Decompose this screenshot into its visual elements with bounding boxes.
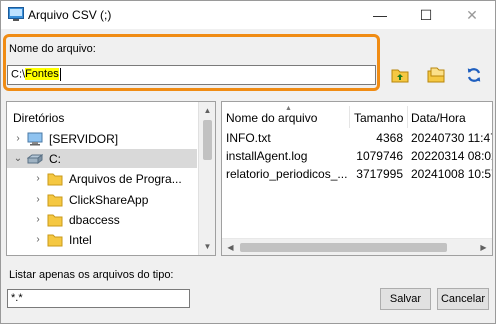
tree-header: Diretórios	[13, 111, 65, 125]
column-header-size[interactable]: Tamanho	[354, 108, 406, 128]
scroll-left-arrow-icon[interactable]: ◀	[222, 239, 239, 255]
minimize-button[interactable]: —	[357, 1, 403, 29]
column-divider[interactable]	[407, 106, 408, 128]
tree-item-label: ClickShareApp	[69, 192, 149, 207]
directory-tree[interactable]: Diretórios › [SERVIDOR] ⌄ C: › Arquivos …	[6, 101, 216, 256]
window-title: Arquivo CSV (;)	[28, 8, 112, 22]
file-name: relatorio_periodicos_...	[226, 167, 348, 181]
folder-icon	[47, 234, 63, 246]
app-icon	[8, 7, 24, 21]
close-button[interactable]: ✕	[449, 1, 495, 29]
column-header-name[interactable]: ▲ Nome do arquivo	[226, 105, 351, 128]
file-size: 3717995	[356, 167, 403, 181]
computer-icon	[27, 132, 43, 145]
file-row[interactable]: INFO.txt 4368 20240730 11:47:3	[222, 129, 492, 147]
folder-icon	[47, 194, 63, 206]
file-date: 20220314 08:02:	[411, 149, 493, 163]
folder-icon	[47, 173, 63, 185]
files-horizontal-scrollbar[interactable]: ◀ ▶	[222, 238, 492, 255]
file-type-input[interactable]: *.*	[7, 289, 190, 308]
tree-item-label: Intel	[69, 232, 92, 247]
path-selected-text: Fontes	[25, 68, 59, 81]
refresh-icon	[467, 68, 481, 82]
tree-item-servidor[interactable]: › [SERVIDOR]	[7, 129, 197, 148]
title-bar[interactable]: Arquivo CSV (;) — ☐ ✕	[1, 1, 495, 29]
file-size: 1079746	[356, 149, 403, 163]
column-size-label: Tamanho	[354, 111, 404, 125]
file-list[interactable]: ▲ Nome do arquivo Tamanho Data/Hora INFO…	[221, 101, 493, 256]
file-row[interactable]: relatorio_periodicos_... 3717995 2024100…	[222, 165, 493, 183]
sort-ascending-icon: ▲	[285, 105, 292, 112]
file-row[interactable]: installAgent.log 1079746 20220314 08:02:	[222, 147, 493, 165]
scroll-right-arrow-icon[interactable]: ▶	[475, 239, 492, 255]
tree-item-intel[interactable]: › Intel	[7, 230, 197, 249]
drive-icon	[27, 153, 43, 164]
file-name: INFO.txt	[226, 131, 271, 145]
tree-vertical-scrollbar[interactable]: ▲ ▼	[198, 102, 215, 255]
column-date-label: Data/Hora	[411, 111, 466, 125]
expand-chevron-icon[interactable]: ›	[31, 190, 45, 209]
file-date: 20240730 11:47:3	[411, 131, 492, 145]
new-folder-button[interactable]	[426, 65, 446, 85]
collapse-chevron-icon[interactable]: ⌄	[11, 149, 25, 168]
expand-chevron-icon[interactable]: ›	[31, 230, 45, 249]
cancel-button[interactable]: Cancelar	[437, 288, 489, 310]
expand-chevron-icon[interactable]: ›	[31, 210, 45, 229]
scroll-thumb[interactable]	[203, 120, 212, 160]
file-date: 20241008 10:57:	[411, 167, 493, 181]
tree-item-label: C:	[49, 151, 61, 166]
column-name-label: Nome do arquivo	[226, 111, 318, 125]
dialog-window: Arquivo CSV (;) — ☐ ✕ Nome do arquivo: C…	[0, 0, 496, 324]
refresh-button[interactable]	[464, 65, 484, 85]
parent-folder-button[interactable]	[390, 65, 410, 85]
tree-item-arquivos[interactable]: › Arquivos de Progra...	[7, 169, 197, 188]
folder-up-icon	[391, 69, 409, 83]
tree-item-label: [SERVIDOR]	[49, 131, 119, 146]
tree-item-dbaccess[interactable]: › dbaccess	[7, 210, 197, 229]
scroll-down-arrow-icon[interactable]: ▼	[199, 238, 215, 255]
file-type-label: Listar apenas os arquivos do tipo:	[9, 269, 174, 281]
path-drive: C:\	[11, 68, 26, 81]
maximize-button[interactable]: ☐	[403, 1, 449, 29]
file-size: 4368	[376, 131, 403, 145]
folder-icon	[47, 214, 63, 226]
expand-chevron-icon[interactable]: ›	[11, 129, 25, 148]
filename-label: Nome do arquivo:	[9, 43, 96, 55]
tree-item-clickshareapp[interactable]: › ClickShareApp	[7, 190, 197, 209]
filename-input[interactable]: C:\Fontes	[7, 65, 376, 85]
text-caret	[59, 68, 61, 81]
column-header-date[interactable]: Data/Hora	[411, 108, 491, 128]
tree-item-label: dbaccess	[69, 212, 120, 227]
column-divider[interactable]	[349, 106, 350, 128]
file-name: installAgent.log	[226, 149, 308, 163]
tree-item-label: Arquivos de Progra...	[69, 171, 182, 186]
expand-chevron-icon[interactable]: ›	[31, 169, 45, 188]
scroll-up-arrow-icon[interactable]: ▲	[199, 102, 215, 119]
tree-item-c-drive[interactable]: ⌄ C:	[7, 149, 197, 168]
save-button[interactable]: Salvar	[380, 288, 431, 310]
new-folder-icon	[427, 67, 445, 83]
scroll-thumb[interactable]	[240, 243, 447, 252]
